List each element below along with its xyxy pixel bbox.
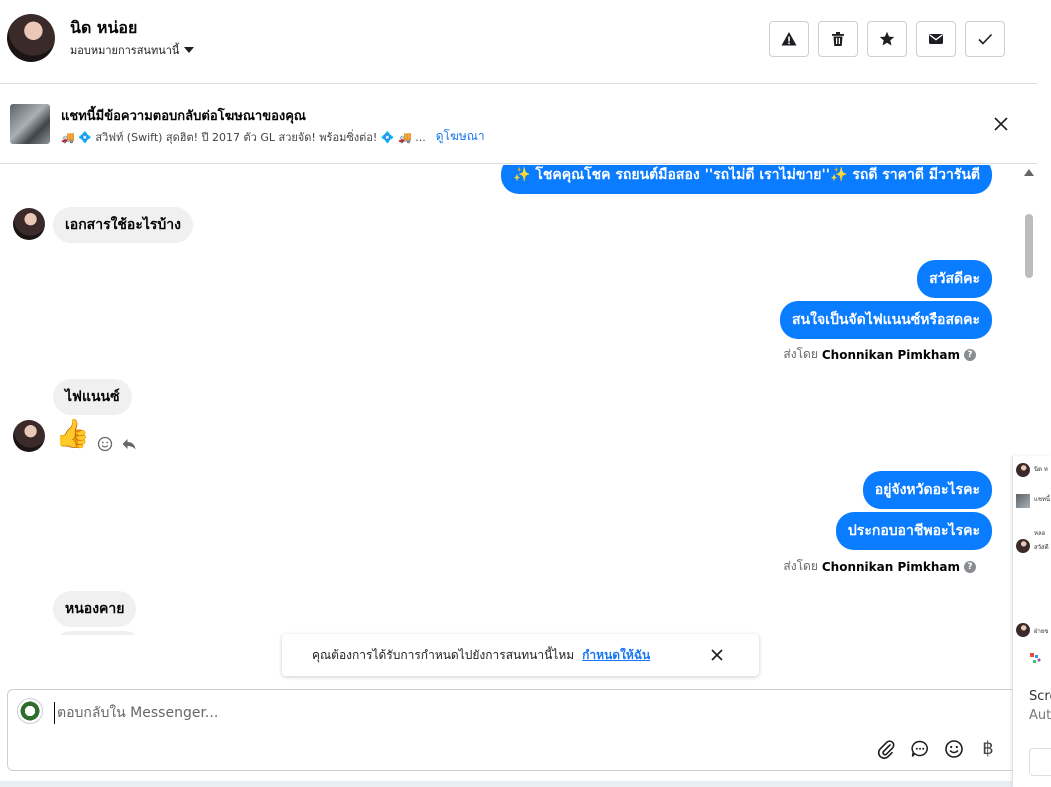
incoming-message[interactable]: เอกสารใช้อะไรบ้าง	[53, 207, 194, 243]
mini-avatar	[1016, 539, 1030, 553]
mini-message-text: สวัสดี	[1034, 544, 1049, 551]
page-avatar	[17, 698, 43, 724]
ad-banner-description-row: 🚚 💠 สวิฟท์ (Swift) สุดฮิต! ปี 2017 ตัว G…	[61, 127, 485, 146]
check-icon	[978, 33, 993, 45]
ad-description: 🚚 💠 สวิฟท์ (Swift) สุดฮิต! ปี 2017 ตัว G…	[61, 130, 426, 144]
done-button[interactable]	[965, 21, 1005, 57]
star-button[interactable]	[867, 21, 907, 57]
mini-ad-thumbnail	[1016, 494, 1030, 508]
sent-by-name: Chonnikan Pimkham	[821, 559, 960, 574]
message-thread[interactable]: ✨ โชคคุณโชค รถยนต์มือสอง ''รถไม่ดี เราไม…	[0, 165, 1020, 635]
bottom-strip	[0, 781, 1012, 787]
sent-by-label: ส่งโดย Chonnikan Pimkham ?	[783, 557, 976, 576]
contact-avatar-small[interactable]	[13, 420, 45, 452]
scroll-up-arrow-icon[interactable]	[1024, 169, 1034, 176]
incoming-message-partial[interactable]	[53, 631, 143, 635]
spam-button[interactable]	[769, 21, 809, 57]
mini-message-text: ฝ่ายข	[1034, 628, 1049, 635]
composer-toolbar: ฿	[876, 738, 1032, 759]
outgoing-message[interactable]: สวัสดีคะ	[917, 260, 992, 298]
ad-reply-banner: แชทนี้มีข้อความตอบกลับต่อโฆษณาของคุณ 🚚 💠…	[0, 84, 1037, 164]
close-icon[interactable]	[991, 114, 1011, 134]
contact-avatar[interactable]	[7, 14, 55, 62]
assign-label: มอบหมายการสนทนานี้	[70, 44, 180, 57]
assign-to-me-link[interactable]: กำหนดให้ฉัน	[582, 646, 650, 665]
assign-dropdown[interactable]: มอบหมายการสนทนานี้	[70, 41, 195, 59]
mini-message-text: หลอ	[1034, 530, 1046, 537]
incoming-message[interactable]: หนองคาย	[53, 591, 137, 627]
outgoing-message[interactable]: ประกอบอาชีพอะไรคะ	[835, 512, 992, 550]
trash-icon	[832, 32, 844, 46]
help-icon[interactable]: ?	[964, 348, 976, 361]
reply-icon[interactable]	[121, 436, 137, 452]
overlay-subtitle: Auto	[1029, 708, 1051, 723]
outgoing-message[interactable]: อยู่จังหวัดอะไรคะ	[862, 471, 992, 509]
thumbs-up-emoji-message[interactable]: 👍	[55, 418, 90, 450]
chevron-down-icon	[184, 47, 195, 53]
view-ad-link[interactable]: ดูโฆษณา	[436, 127, 485, 146]
sent-by-prefix: ส่งโดย	[783, 559, 818, 573]
help-icon[interactable]: ?	[964, 560, 976, 573]
attachment-icon[interactable]	[876, 739, 896, 759]
mark-unread-button[interactable]	[916, 21, 956, 57]
envelope-icon	[929, 34, 943, 44]
saved-reply-icon[interactable]	[910, 739, 930, 759]
mini-ad-text: แชทนี้	[1034, 496, 1050, 503]
message-actions	[97, 436, 137, 452]
emoji-icon[interactable]	[944, 739, 964, 759]
baht-icon[interactable]: ฿	[978, 738, 998, 759]
overlay-title: Scre	[1029, 689, 1051, 704]
header-actions	[769, 21, 1005, 57]
overlay-button[interactable]	[1029, 748, 1051, 776]
conversation-header: นิด หน่อย มอบหมายการสนทนานี้	[0, 0, 1037, 84]
contact-avatar-small[interactable]	[13, 208, 45, 240]
assign-suggestion-toast: คุณต้องการได้รับการกำหนดไปยังการสนทนานี้…	[282, 634, 759, 676]
mini-avatar	[1016, 463, 1030, 477]
outgoing-message[interactable]: สนใจเป็นจัดไฟแนนซ์หรือสดคะ	[780, 301, 992, 339]
mini-avatar	[1016, 623, 1030, 637]
outgoing-message[interactable]: ✨ โชคคุณโชค รถยนต์มือสอง ''รถไม่ดี เราไม…	[501, 165, 992, 194]
reply-composer: ฿	[7, 689, 1037, 771]
ad-banner-title: แชทนี้มีข้อความตอบกลับต่อโฆษณาของคุณ	[61, 109, 306, 124]
messenger-inbox-app: นิด หน่อย มอบหมายการสนทนานี้ แชทนี้มีข้อ…	[0, 0, 1051, 787]
sent-by-label: ส่งโดย Chonnikan Pimkham ?	[783, 345, 976, 364]
toast-text: คุณต้องการได้รับการกำหนดไปยังการสนทนานี้…	[312, 647, 575, 662]
contact-name[interactable]: นิด หน่อย	[70, 16, 137, 41]
incoming-message[interactable]: ไฟแนนซ์	[53, 379, 132, 415]
delete-button[interactable]	[818, 21, 858, 57]
close-icon[interactable]	[709, 647, 725, 663]
ad-thumbnail[interactable]	[10, 104, 50, 144]
sent-by-prefix: ส่งโดย	[783, 347, 818, 361]
app-logo-icon	[1030, 653, 1041, 663]
sent-by-name: Chonnikan Pimkham	[821, 347, 960, 362]
reply-input[interactable]	[54, 702, 654, 724]
side-overlay-panel[interactable]: นิด ห แชทนี้ หลอ สวัสดี ฝ่ายข Scre Auto	[1012, 456, 1051, 787]
react-emoji-icon[interactable]	[97, 436, 113, 452]
warning-icon	[781, 32, 797, 46]
mini-contact-name: นิด ห	[1034, 466, 1048, 473]
conversation-pane: นิด หน่อย มอบหมายการสนทนานี้ แชทนี้มีข้อ…	[0, 0, 1037, 787]
scrollbar-thumb[interactable]	[1025, 214, 1033, 278]
star-icon	[879, 31, 895, 46]
